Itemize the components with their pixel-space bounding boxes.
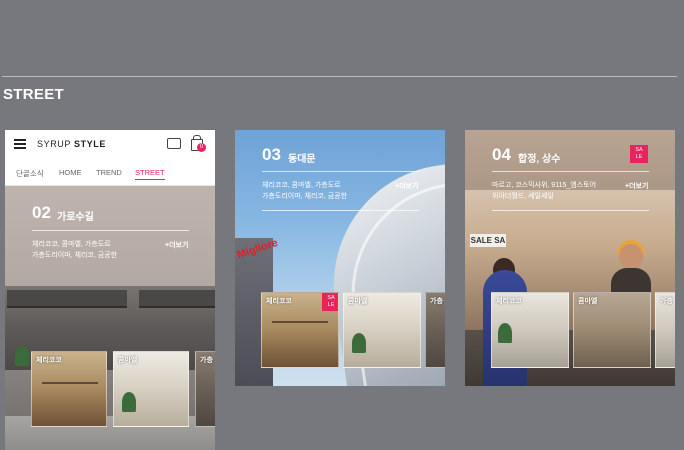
shop-label: 콤마엘 — [578, 298, 598, 305]
shop-thumbnail[interactable]: 체리코코 — [31, 351, 107, 427]
shop-thumbnail[interactable]: 체리코코 — [491, 292, 569, 368]
section-divider — [2, 76, 677, 77]
card-description: 체리코코, 콤마엘, 가층도르 가층도리이마, 체리코, 금공한 — [32, 241, 118, 259]
app-logo[interactable]: SYRUP STYLE — [37, 139, 106, 149]
nav-item-home[interactable]: HOME — [59, 168, 82, 177]
card-description: 마르고, 코스믹사위, 9115_엠스토어 위아더월드, 세일세일 — [492, 182, 597, 200]
shop-thumbnail[interactable]: 가층 — [655, 292, 675, 368]
person-photo — [619, 244, 643, 270]
section-title: STREET — [3, 86, 64, 103]
shop-thumbnail[interactable]: 콤마엘 — [573, 292, 651, 368]
shop-label: 체리코코 — [36, 357, 62, 364]
shop-thumbnail[interactable]: 콤마엘 — [113, 351, 189, 427]
phone-mockup: SYRUP STYLE 0 단골소식 HOME TREND STREET 02 … — [5, 130, 215, 450]
nav-item-trend[interactable]: TREND — [96, 168, 122, 177]
street-card-hapjeong-sangsu[interactable]: SALE SA 04 합정, 상수 SA LE 마르고, 코스믹사위, 9115_… — [465, 130, 675, 386]
shop-thumbnail[interactable]: 가층 — [425, 292, 445, 368]
menu-icon[interactable] — [14, 139, 26, 149]
shop-label: 콤마엘 — [348, 298, 368, 305]
shop-label: 콤마엘 — [118, 357, 138, 364]
shop-label: 가층 — [200, 357, 213, 364]
card-title: 동대문 — [288, 154, 316, 165]
card-separator — [32, 230, 189, 231]
more-link[interactable]: +더보기 — [165, 240, 188, 250]
nav-item-street[interactable]: STREET — [135, 168, 165, 180]
card-separator — [492, 210, 649, 211]
shop-label: 가층 — [430, 298, 443, 305]
card-separator — [262, 171, 419, 172]
card-title: 합정, 상수 — [518, 154, 561, 165]
nav-item-favorites[interactable]: 단골소식 — [16, 168, 44, 179]
app-nav: 단골소식 HOME TREND STREET — [5, 163, 215, 186]
plant-decoration — [15, 346, 29, 366]
shop-label: 체리코코 — [496, 298, 522, 305]
street-card-garosu[interactable]: 02 가로수길 체리코코, 콤마엘, 가층도르 가층도리이마, 체리코, 금공한… — [5, 186, 215, 450]
more-link[interactable]: +더보기 — [625, 181, 648, 191]
awning — [7, 290, 127, 308]
card-title: 가로수길 — [57, 212, 94, 223]
card-number: 03 — [262, 145, 281, 164]
app-header: SYRUP STYLE 0 — [5, 130, 215, 158]
sale-badge: SA LE — [630, 145, 648, 163]
card-number: 04 — [492, 145, 511, 164]
card-number: 02 — [32, 203, 51, 222]
chat-icon[interactable] — [167, 138, 181, 149]
street-card-dongdaemun[interactable]: Migliore 03 동대문 체리코코, 콤마엘, 가층도르 가층도리이마, … — [235, 130, 445, 386]
shop-thumbnail[interactable]: 체리코코 SA LE — [261, 292, 339, 368]
shop-thumbnail[interactable]: 가층 — [195, 351, 215, 427]
card-separator — [262, 210, 419, 211]
more-link[interactable]: +더보기 — [395, 181, 418, 191]
card-description: 체리코코, 콤마엘, 가층도르 가층도리이마, 체리코, 금공한 — [262, 182, 348, 200]
shop-label: 가층 — [660, 298, 673, 305]
card-separator — [492, 171, 649, 172]
shop-thumbnail[interactable]: 콤마엘 — [343, 292, 421, 368]
awning — [139, 290, 215, 308]
sale-badge: SA LE — [322, 293, 338, 311]
store-sign: SALE SA — [470, 234, 506, 247]
cart-count-badge: 0 — [197, 143, 206, 152]
shop-label: 체리코코 — [266, 298, 292, 305]
